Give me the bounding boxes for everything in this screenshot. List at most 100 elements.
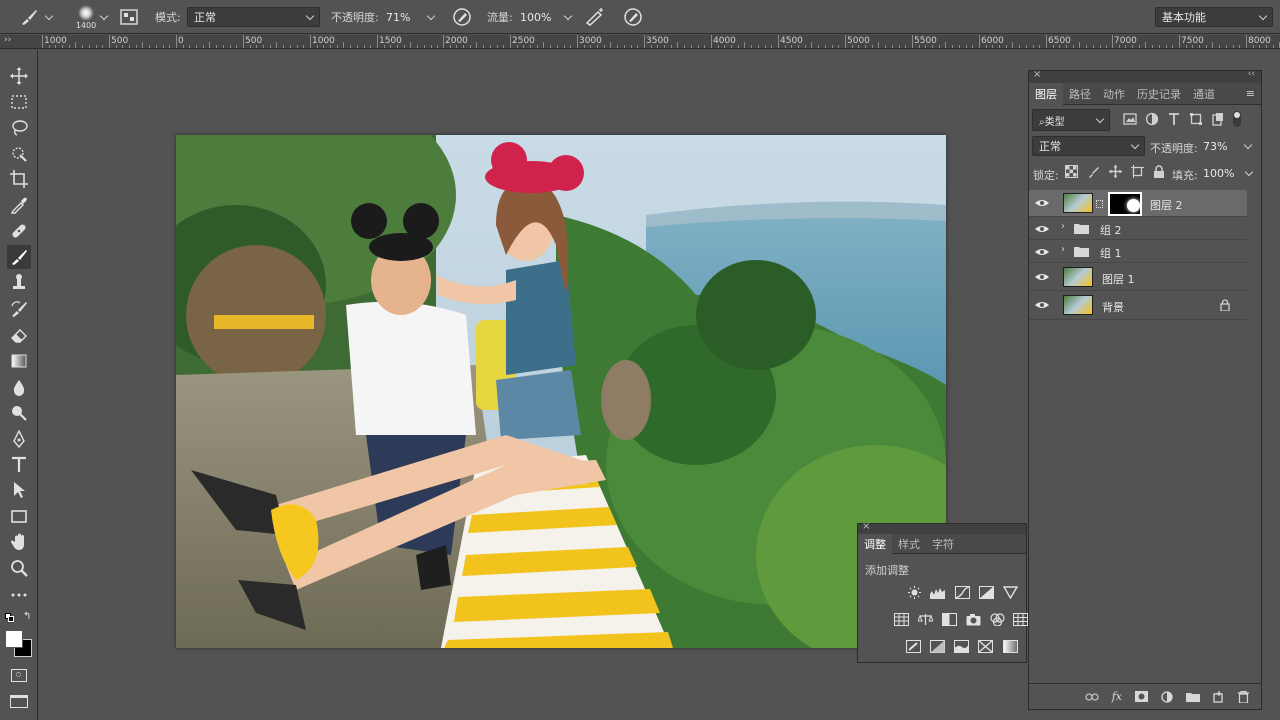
- gradient-map-icon[interactable]: [1003, 640, 1018, 653]
- default-colors-icon[interactable]: [5, 613, 14, 622]
- adjustment-layer-icon[interactable]: [1161, 690, 1173, 703]
- quick-select-tool[interactable]: [7, 142, 31, 166]
- new-group-icon[interactable]: [1186, 691, 1200, 702]
- lock-position-icon[interactable]: [1109, 165, 1122, 178]
- pressure-size-button[interactable]: [623, 0, 643, 34]
- expand-icon[interactable]: ››: [4, 35, 11, 45]
- marquee-tool[interactable]: [7, 90, 31, 114]
- filter-type-icon[interactable]: [1167, 112, 1181, 126]
- layer-row[interactable]: 图层 2: [1029, 190, 1247, 217]
- zoom-tool[interactable]: [7, 556, 31, 580]
- healing-brush-tool[interactable]: [7, 219, 31, 243]
- foreground-color-swatch[interactable]: [5, 630, 23, 648]
- tab-styles[interactable]: 样式: [892, 534, 926, 554]
- tab-history[interactable]: 历史记录: [1131, 83, 1187, 105]
- filter-shape-icon[interactable]: [1189, 112, 1203, 126]
- black-white-icon[interactable]: [942, 613, 957, 626]
- rectangle-tool[interactable]: [7, 504, 31, 528]
- filter-smart-object-icon[interactable]: [1211, 112, 1225, 126]
- layer-row[interactable]: › 组 2: [1029, 217, 1247, 240]
- close-icon[interactable]: ×: [862, 521, 870, 532]
- mask-link-icon[interactable]: [1096, 200, 1103, 208]
- clone-stamp-tool[interactable]: [7, 270, 31, 294]
- document-image[interactable]: [176, 135, 946, 648]
- dodge-tool[interactable]: [7, 401, 31, 425]
- eye-icon[interactable]: [1035, 225, 1049, 233]
- selective-color-icon[interactable]: [978, 640, 993, 653]
- eye-icon[interactable]: [1035, 199, 1049, 207]
- lock-artboard-icon[interactable]: [1131, 165, 1144, 178]
- eye-icon[interactable]: [1035, 273, 1049, 281]
- filter-adjustment-icon[interactable]: [1145, 112, 1159, 126]
- layer-mask-thumbnail[interactable]: [1108, 192, 1142, 216]
- photo-filter-icon[interactable]: [966, 613, 981, 626]
- layer-filter-dropdown[interactable]: ⌕类型: [1032, 109, 1110, 131]
- link-layers-icon[interactable]: [1085, 692, 1099, 702]
- swap-colors-icon[interactable]: ↰: [23, 611, 31, 622]
- tab-layers[interactable]: 图层: [1029, 82, 1063, 105]
- threshold-icon[interactable]: [954, 640, 969, 653]
- tab-adjustments[interactable]: 调整: [858, 533, 892, 554]
- eye-icon[interactable]: [1035, 248, 1049, 256]
- add-mask-icon[interactable]: [1135, 691, 1148, 702]
- tab-channels[interactable]: 通道: [1187, 83, 1221, 105]
- levels-icon[interactable]: [930, 586, 945, 599]
- pen-tool[interactable]: [7, 427, 31, 451]
- workspace-switcher[interactable]: 基本功能: [1155, 7, 1273, 27]
- chevron-down-icon[interactable]: [99, 11, 109, 20]
- panel-menu-icon[interactable]: ≡: [1246, 87, 1255, 100]
- lock-transparency-icon[interactable]: [1065, 165, 1078, 178]
- move-tool[interactable]: [7, 64, 31, 88]
- chevron-right-icon[interactable]: ›: [1061, 221, 1065, 232]
- history-brush-tool[interactable]: [7, 297, 31, 321]
- brightness-icon[interactable]: [907, 586, 922, 599]
- hand-tool[interactable]: [7, 530, 31, 554]
- channel-mixer-icon[interactable]: [990, 613, 1005, 626]
- delete-layer-icon[interactable]: [1238, 690, 1249, 703]
- screen-mode-icon[interactable]: [10, 695, 28, 708]
- crop-tool[interactable]: [7, 167, 31, 191]
- type-tool[interactable]: [7, 452, 31, 476]
- airbrush-button[interactable]: [584, 0, 606, 34]
- mode-dropdown[interactable]: 正常: [187, 7, 320, 27]
- exposure-icon[interactable]: [979, 586, 994, 599]
- quick-mask-icon[interactable]: [11, 669, 27, 682]
- vibrance-icon[interactable]: [1003, 586, 1018, 599]
- eraser-tool[interactable]: [7, 323, 31, 347]
- lasso-tool[interactable]: [7, 116, 31, 140]
- layer-row[interactable]: › 组 1: [1029, 240, 1247, 263]
- eye-icon[interactable]: [1035, 301, 1049, 309]
- hue-saturation-icon[interactable]: [894, 613, 909, 626]
- lock-pixels-icon[interactable]: [1087, 165, 1100, 178]
- blend-mode-dropdown[interactable]: 正常: [1032, 136, 1145, 156]
- fill-field[interactable]: 100%: [1203, 167, 1254, 180]
- color-lookup-icon[interactable]: [1013, 613, 1028, 626]
- layer-row[interactable]: 背景: [1029, 291, 1247, 320]
- tab-character[interactable]: 字符: [926, 534, 960, 554]
- fx-icon[interactable]: fx: [1112, 690, 1122, 703]
- blur-tool[interactable]: [7, 375, 31, 399]
- invert-icon[interactable]: [906, 640, 921, 653]
- collapse-icon[interactable]: ‹‹: [1248, 69, 1255, 79]
- more-tools[interactable]: [7, 583, 31, 607]
- tab-actions[interactable]: 动作: [1097, 83, 1131, 105]
- flow-field[interactable]: 100%: [520, 0, 573, 34]
- chevron-right-icon[interactable]: ›: [1061, 244, 1065, 255]
- eyedropper-tool[interactable]: [7, 193, 31, 217]
- opacity-field[interactable]: 71%: [386, 0, 436, 34]
- brush-size-picker[interactable]: 1400: [72, 0, 100, 34]
- tool-preset-picker[interactable]: [18, 0, 54, 34]
- layer-opacity-field[interactable]: 73%: [1203, 140, 1253, 153]
- new-layer-icon[interactable]: [1213, 690, 1225, 703]
- brush-panel-toggle[interactable]: [120, 0, 138, 34]
- horizontal-ruler[interactable]: ›› 1000 500 0 500 1000 1500 2000 2500 3000 3500 40…: [0, 35, 1280, 49]
- color-balance-icon[interactable]: [918, 613, 933, 626]
- curves-icon[interactable]: [955, 586, 970, 599]
- filter-toggle[interactable]: [1233, 111, 1241, 127]
- close-icon[interactable]: ×: [1033, 69, 1041, 80]
- gradient-tool[interactable]: [7, 349, 31, 373]
- brush-tool[interactable]: [7, 245, 31, 269]
- layer-row[interactable]: 图层 1: [1029, 263, 1247, 291]
- pressure-opacity-button[interactable]: [452, 0, 472, 34]
- tab-paths[interactable]: 路径: [1063, 83, 1097, 105]
